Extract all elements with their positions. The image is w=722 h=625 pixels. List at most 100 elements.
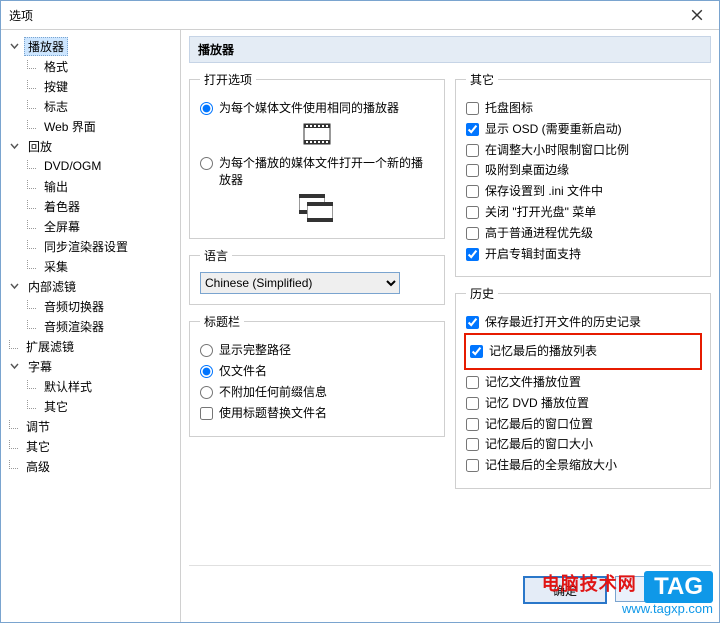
tree-item-label: 音频渲染器 xyxy=(40,318,108,335)
tree-item-label: 输出 xyxy=(40,178,72,195)
tree-branch-icon[interactable] xyxy=(27,100,36,109)
tree-item[interactable]: 播放器 xyxy=(3,36,178,56)
tree-item[interactable]: 音频切换器 xyxy=(3,296,178,316)
tree-item-label: 播放器 xyxy=(24,37,68,56)
film-stack-icon xyxy=(299,194,335,224)
tree-branch-icon[interactable] xyxy=(27,320,36,329)
tree-item-label: Web 界面 xyxy=(40,118,100,135)
tree-item[interactable]: 输出 xyxy=(3,176,178,196)
film-single-icon xyxy=(303,123,331,145)
remember-filepos-check[interactable]: 记忆文件播放位置 xyxy=(466,374,700,391)
cancel-button[interactable]: 取消 xyxy=(615,576,697,602)
remember-history-check[interactable]: 保存最近打开文件的历史记录 xyxy=(466,314,700,331)
open-new-player-radio[interactable]: 为每个播放的媒体文件打开一个新的播放器 xyxy=(200,155,434,189)
tb-noprefix-radio[interactable]: 不附加任何前缀信息 xyxy=(200,384,434,401)
tray-icon-check[interactable]: 托盘图标 xyxy=(466,100,700,117)
tree-item[interactable]: 回放 xyxy=(3,136,178,156)
tb-override-check[interactable]: 使用标题替换文件名 xyxy=(200,405,434,422)
tb-filename-radio[interactable]: 仅文件名 xyxy=(200,363,434,380)
tree-branch-icon[interactable] xyxy=(27,260,36,269)
chevron-down-icon[interactable] xyxy=(9,281,20,292)
tree-item-label: 标志 xyxy=(40,98,72,115)
highlight-box: 记忆最后的播放列表 xyxy=(464,333,702,370)
tree-item[interactable]: 按键 xyxy=(3,76,178,96)
tree-item[interactable]: 默认样式 xyxy=(3,376,178,396)
tree-item-label: DVD/OGM xyxy=(40,159,105,173)
cover-art-check[interactable]: 开启专辑封面支持 xyxy=(466,246,700,263)
high-priority-check[interactable]: 高于普通进程优先级 xyxy=(466,225,700,242)
titlebar-legend: 标题栏 xyxy=(200,313,244,330)
tree-item[interactable]: 高级 xyxy=(3,456,178,476)
tree-item-label: 按键 xyxy=(40,78,72,95)
nav-tree[interactable]: 播放器格式按键标志 Web 界面回放 DVD/OGM 输出着色器全屏幕同步渲染器设置采… xyxy=(1,30,181,622)
tree-leaf-icon[interactable] xyxy=(9,340,18,349)
panel-header: 播放器 xyxy=(189,36,711,63)
chevron-down-icon[interactable] xyxy=(9,361,20,372)
tree-branch-icon[interactable] xyxy=(27,300,36,309)
tree-item[interactable]: 字幕 xyxy=(3,356,178,376)
tree-item-label: 全屏幕 xyxy=(40,218,84,235)
tree-branch-icon[interactable] xyxy=(27,200,36,209)
tree-item[interactable]: 音频渲染器 xyxy=(3,316,178,336)
close-button[interactable] xyxy=(675,1,719,29)
language-group: 语言 Chinese (Simplified) xyxy=(189,247,445,305)
tree-item-label: 同步渲染器设置 xyxy=(40,238,132,255)
tree-item[interactable]: 着色器 xyxy=(3,196,178,216)
tree-item[interactable]: 调节 xyxy=(3,416,178,436)
remember-winpos-check[interactable]: 记忆最后的窗口位置 xyxy=(466,416,700,433)
tree-item-label: 回放 xyxy=(24,138,56,155)
tree-item-label: 默认样式 xyxy=(40,378,96,395)
tree-item[interactable]: 其它 xyxy=(3,436,178,456)
chevron-down-icon[interactable] xyxy=(9,141,20,152)
tree-item[interactable]: 扩展滤镜 xyxy=(3,336,178,356)
tree-item[interactable]: 格式 xyxy=(3,56,178,76)
remember-playlist-check[interactable]: 记忆最后的播放列表 xyxy=(470,343,696,360)
chevron-down-icon[interactable] xyxy=(9,41,20,52)
open-options-legend: 打开选项 xyxy=(200,71,256,88)
tree-branch-icon[interactable] xyxy=(27,60,36,69)
tree-item-label: 高级 xyxy=(22,458,54,475)
tree-item[interactable]: 标志 xyxy=(3,96,178,116)
other-legend: 其它 xyxy=(466,71,498,88)
tree-item-label: 其它 xyxy=(22,438,54,455)
tree-item[interactable]: DVD/OGM xyxy=(3,156,178,176)
tree-branch-icon[interactable] xyxy=(27,120,36,129)
history-legend: 历史 xyxy=(466,285,498,302)
tb-fullpath-radio[interactable]: 显示完整路径 xyxy=(200,342,434,359)
tree-branch-icon[interactable] xyxy=(27,380,36,389)
snap-edge-check[interactable]: 吸附到桌面边缘 xyxy=(466,162,700,179)
tree-branch-icon[interactable] xyxy=(27,80,36,89)
tree-branch-icon[interactable] xyxy=(27,160,36,169)
history-group: 历史 保存最近打开文件的历史记录 记忆最后的播放列表 记忆文件播放位置 记忆 D… xyxy=(455,285,711,489)
tree-item[interactable]: 其它 xyxy=(3,396,178,416)
tree-item[interactable]: Web 界面 xyxy=(3,116,178,136)
tree-branch-icon[interactable] xyxy=(27,400,36,409)
tree-branch-icon[interactable] xyxy=(27,180,36,189)
tree-item-label: 采集 xyxy=(40,258,72,275)
show-osd-check[interactable]: 显示 OSD (需要重新启动) xyxy=(466,121,700,138)
tree-branch-icon[interactable] xyxy=(27,240,36,249)
tree-item[interactable]: 同步渲染器设置 xyxy=(3,236,178,256)
tree-leaf-icon[interactable] xyxy=(9,440,18,449)
tree-branch-icon[interactable] xyxy=(27,220,36,229)
save-ini-check[interactable]: 保存设置到 .ini 文件中 xyxy=(466,183,700,200)
limit-ratio-check[interactable]: 在调整大小时限制窗口比例 xyxy=(466,142,700,159)
language-select[interactable]: Chinese (Simplified) xyxy=(200,272,400,294)
tree-item[interactable]: 采集 xyxy=(3,256,178,276)
tree-item[interactable]: 内部滤镜 xyxy=(3,276,178,296)
remember-winsize-check[interactable]: 记忆最后的窗口大小 xyxy=(466,436,700,453)
close-disc-menu-check[interactable]: 关闭 "打开光盘" 菜单 xyxy=(466,204,700,221)
other-group: 其它 托盘图标 显示 OSD (需要重新启动) 在调整大小时限制窗口比例 吸附到… xyxy=(455,71,711,277)
tree-leaf-icon[interactable] xyxy=(9,460,18,469)
tree-leaf-icon[interactable] xyxy=(9,420,18,429)
tree-item-label: 内部滤镜 xyxy=(24,278,80,295)
tree-item-label: 着色器 xyxy=(40,198,84,215)
remember-zoom-check[interactable]: 记住最后的全景缩放大小 xyxy=(466,457,700,474)
tree-item[interactable]: 全屏幕 xyxy=(3,216,178,236)
remember-dvdpos-check[interactable]: 记忆 DVD 播放位置 xyxy=(466,395,700,412)
tree-item-label: 调节 xyxy=(22,418,54,435)
tree-item-label: 格式 xyxy=(40,58,72,75)
tree-item-label: 音频切换器 xyxy=(40,298,108,315)
ok-button[interactable]: 确定 xyxy=(523,576,607,604)
open-same-player-radio[interactable]: 为每个媒体文件使用相同的播放器 xyxy=(200,100,434,117)
